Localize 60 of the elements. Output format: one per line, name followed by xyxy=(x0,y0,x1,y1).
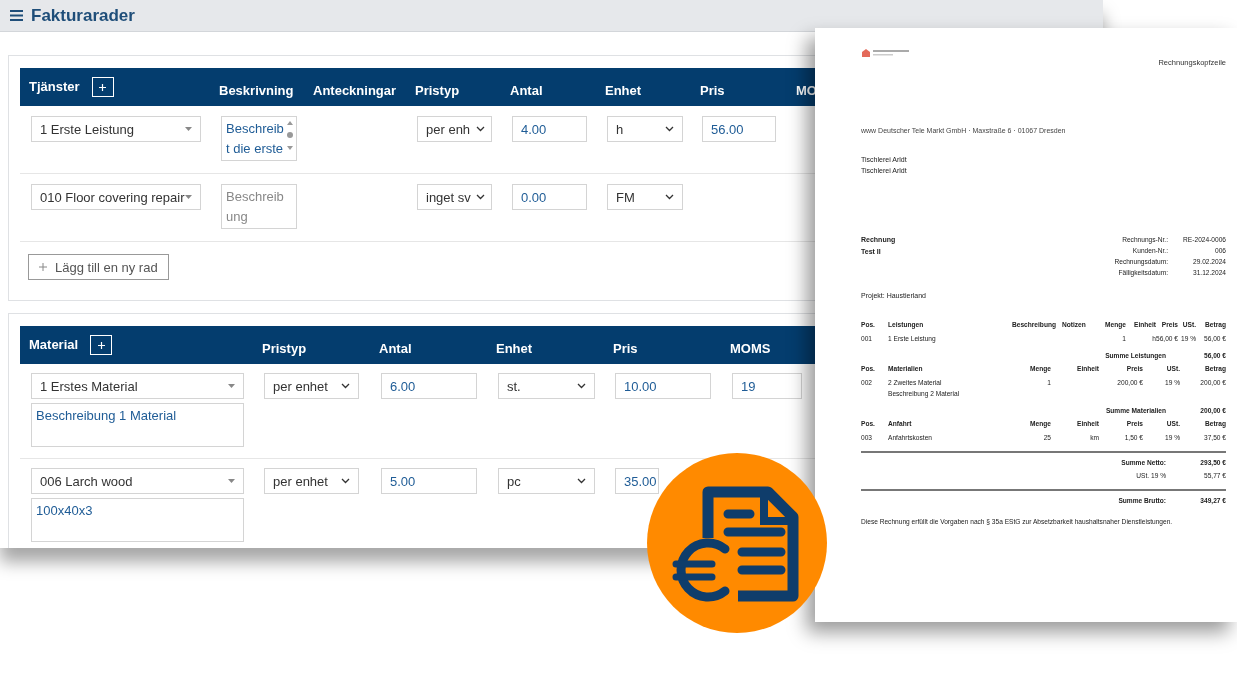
add-button[interactable] xyxy=(91,77,114,97)
column-header: Anteckningar xyxy=(313,82,397,98)
description-field[interactable]: 100x40x3 xyxy=(31,498,244,542)
plus-icon xyxy=(97,341,105,349)
unit-select[interactable]: st. xyxy=(498,373,595,399)
plus-icon xyxy=(99,83,107,91)
logo-icon xyxy=(861,48,911,58)
caret-icon xyxy=(228,384,235,388)
column-header: Pristyp xyxy=(415,82,460,98)
vat-field[interactable]: 19 xyxy=(732,373,802,399)
price-type-select[interactable]: per enhet xyxy=(264,468,359,494)
price-field[interactable]: 10.00 xyxy=(615,373,711,399)
chevron-down-icon xyxy=(341,383,350,389)
price-type-select[interactable]: per enh xyxy=(417,116,492,142)
item-select[interactable]: 010 Floor covering repair xyxy=(31,184,201,210)
unit-select[interactable]: FM xyxy=(607,184,683,210)
caret-icon xyxy=(185,127,192,131)
price-field[interactable]: 35.00 xyxy=(615,468,659,494)
column-header: Pris xyxy=(700,82,725,98)
price-type-select[interactable]: per enhet xyxy=(264,373,359,399)
description-field[interactable]: Beschreibung xyxy=(221,184,297,229)
chevron-down-icon xyxy=(665,194,674,200)
page-title: Fakturarader xyxy=(31,5,135,26)
unit-select[interactable]: h xyxy=(607,116,683,142)
price-type-select[interactable]: inget sv xyxy=(417,184,492,210)
chevron-down-icon xyxy=(577,383,586,389)
chevron-down-icon xyxy=(665,126,674,132)
column-header: Enhet xyxy=(605,82,642,98)
add-row-button[interactable]: Lägg till en ny rad xyxy=(28,254,169,280)
quantity-field[interactable]: 5.00 xyxy=(381,468,477,494)
quantity-field[interactable]: 0.00 xyxy=(512,184,587,210)
item-select[interactable]: 006 Larch wood xyxy=(31,468,244,494)
chevron-down-icon xyxy=(476,126,485,132)
quantity-field[interactable]: 6.00 xyxy=(381,373,477,399)
price-field[interactable]: 56.00 xyxy=(702,116,776,142)
add-button[interactable] xyxy=(90,335,113,355)
caret-icon xyxy=(228,479,235,483)
euro-document-icon xyxy=(672,486,799,602)
plus-icon xyxy=(39,263,47,271)
unit-select[interactable]: pc xyxy=(498,468,595,494)
caret-icon xyxy=(185,195,192,199)
menu-icon[interactable] xyxy=(10,10,23,21)
column-header: Antal xyxy=(379,340,412,356)
chevron-down-icon xyxy=(341,478,350,484)
column-header: Antal xyxy=(510,82,543,98)
column-header: Pris xyxy=(613,340,638,356)
description-field[interactable]: Beschreibt die erste xyxy=(221,116,297,161)
column-header: MO xyxy=(796,82,817,98)
chevron-down-icon xyxy=(577,478,586,484)
item-select[interactable]: 1 Erste Leistung xyxy=(31,116,201,142)
description-field[interactable]: Beschreibung 1 Material xyxy=(31,403,244,447)
column-header: MOMS xyxy=(730,340,771,356)
column-header: Pristyp xyxy=(262,340,307,356)
chevron-down-icon xyxy=(476,194,485,200)
column-header: Beskrivning xyxy=(219,82,294,98)
quantity-field[interactable]: 4.00 xyxy=(512,116,587,142)
column-header: Material xyxy=(29,336,79,352)
column-header: Enhet xyxy=(496,340,533,356)
item-select[interactable]: 1 Erstes Material xyxy=(31,373,244,399)
column-header: Tjänster xyxy=(29,78,80,94)
